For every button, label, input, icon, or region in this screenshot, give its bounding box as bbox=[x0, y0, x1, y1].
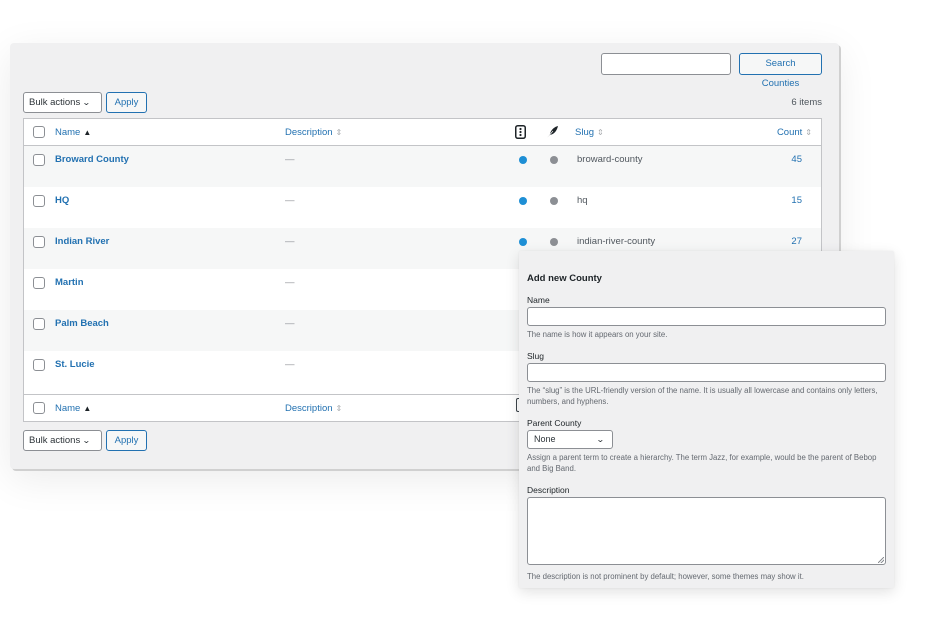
select-all-checkbox-bottom[interactable] bbox=[33, 402, 45, 414]
search-counties-button[interactable]: Search Counties bbox=[739, 53, 822, 89]
sort-icon: ⇕ bbox=[805, 128, 812, 137]
status-dot-blue bbox=[519, 156, 527, 164]
term-name-link[interactable]: HQ bbox=[55, 195, 69, 206]
sort-by-slug[interactable]: Slug ⇕ bbox=[575, 127, 604, 138]
bulk-actions-label: Bulk actions bbox=[29, 435, 81, 446]
status-dot-blue bbox=[519, 197, 527, 205]
table-row: Broward County — broward-county 45 bbox=[24, 146, 821, 187]
sort-by-count[interactable]: Count ⇕ bbox=[734, 127, 812, 138]
row-checkbox[interactable] bbox=[33, 318, 45, 330]
table-header: Name ▲ Description ⇕ Slug ⇕ Count ⇕ bbox=[24, 119, 821, 146]
term-name-link[interactable]: Indian River bbox=[55, 236, 109, 247]
sort-icon: ▲ bbox=[83, 404, 92, 413]
term-description: — bbox=[285, 318, 295, 329]
items-count: 6 items bbox=[791, 97, 822, 108]
sort-by-name[interactable]: Name ▲ bbox=[55, 127, 91, 138]
table-row: HQ — hq 15 bbox=[24, 187, 821, 228]
apply-button-bottom[interactable]: Apply bbox=[106, 430, 147, 451]
name-label: Name bbox=[527, 295, 550, 305]
row-checkbox[interactable] bbox=[33, 154, 45, 166]
term-slug: indian-river-county bbox=[577, 236, 656, 247]
sort-by-name-bottom[interactable]: Name ▲ bbox=[55, 403, 91, 414]
bulk-actions-select-bottom[interactable]: Bulk actions ⌄ bbox=[23, 430, 102, 451]
term-count-link[interactable]: 45 bbox=[724, 154, 802, 165]
feather-icon bbox=[546, 125, 559, 142]
search-input[interactable] bbox=[601, 53, 731, 75]
term-description: — bbox=[285, 154, 295, 165]
apply-button-top[interactable]: Apply bbox=[106, 92, 147, 113]
description-label: Description bbox=[527, 485, 570, 495]
slug-field[interactable] bbox=[527, 363, 886, 382]
sort-by-description-bottom[interactable]: Description ⇕ bbox=[285, 403, 342, 414]
description-textarea[interactable] bbox=[527, 497, 886, 565]
term-name-link[interactable]: St. Lucie bbox=[55, 359, 95, 370]
parent-county-help: Assign a parent term to create a hierarc… bbox=[527, 453, 877, 473]
bulk-actions-label: Bulk actions bbox=[29, 97, 81, 108]
status-dot-gray bbox=[550, 197, 558, 205]
sort-icon: ⇕ bbox=[597, 128, 604, 137]
chevron-down-icon: ⌄ bbox=[82, 98, 91, 107]
term-count-link[interactable]: 15 bbox=[724, 195, 802, 206]
term-slug: hq bbox=[577, 195, 588, 206]
term-name-link[interactable]: Broward County bbox=[55, 154, 129, 165]
sort-icon: ⇕ bbox=[335, 128, 343, 137]
term-description: — bbox=[285, 359, 295, 370]
row-checkbox[interactable] bbox=[33, 277, 45, 289]
row-checkbox[interactable] bbox=[33, 195, 45, 207]
bulk-actions-select-top[interactable]: Bulk actions ⌄ bbox=[23, 92, 102, 113]
parent-county-value: None bbox=[534, 434, 556, 444]
parent-county-label: Parent County bbox=[527, 418, 582, 428]
term-count-link[interactable]: 27 bbox=[724, 236, 802, 247]
add-new-county-form: Add new County Name The name is how it a… bbox=[519, 251, 894, 588]
slug-help: The “slug” is the URL-friendly version o… bbox=[527, 386, 878, 406]
phone-icon bbox=[515, 125, 526, 142]
resize-handle-icon[interactable] bbox=[878, 557, 884, 563]
sort-icon: ⇕ bbox=[335, 404, 343, 413]
term-slug: broward-county bbox=[577, 154, 643, 165]
term-name-link[interactable]: Martin bbox=[55, 277, 84, 288]
slug-label: Slug bbox=[527, 351, 545, 361]
description-help: The description is not prominent by defa… bbox=[527, 572, 804, 581]
term-description: — bbox=[285, 236, 295, 247]
sort-icon: ▲ bbox=[83, 128, 92, 137]
chevron-down-icon: ⌄ bbox=[82, 436, 91, 445]
row-checkbox[interactable] bbox=[33, 359, 45, 371]
parent-county-select[interactable]: None ⌄ bbox=[527, 430, 613, 449]
term-description: — bbox=[285, 277, 295, 288]
sort-by-description[interactable]: Description ⇕ bbox=[285, 127, 342, 138]
select-all-checkbox[interactable] bbox=[33, 126, 45, 138]
form-title: Add new County bbox=[527, 273, 602, 284]
row-checkbox[interactable] bbox=[33, 236, 45, 248]
term-description: — bbox=[285, 195, 295, 206]
status-dot-gray bbox=[550, 238, 558, 246]
term-name-link[interactable]: Palm Beach bbox=[55, 318, 109, 329]
name-field[interactable] bbox=[527, 307, 886, 326]
status-dot-blue bbox=[519, 238, 527, 246]
status-dot-gray bbox=[550, 156, 558, 164]
chevron-down-icon: ⌄ bbox=[596, 435, 606, 444]
name-help: The name is how it appears on your site. bbox=[527, 330, 668, 339]
